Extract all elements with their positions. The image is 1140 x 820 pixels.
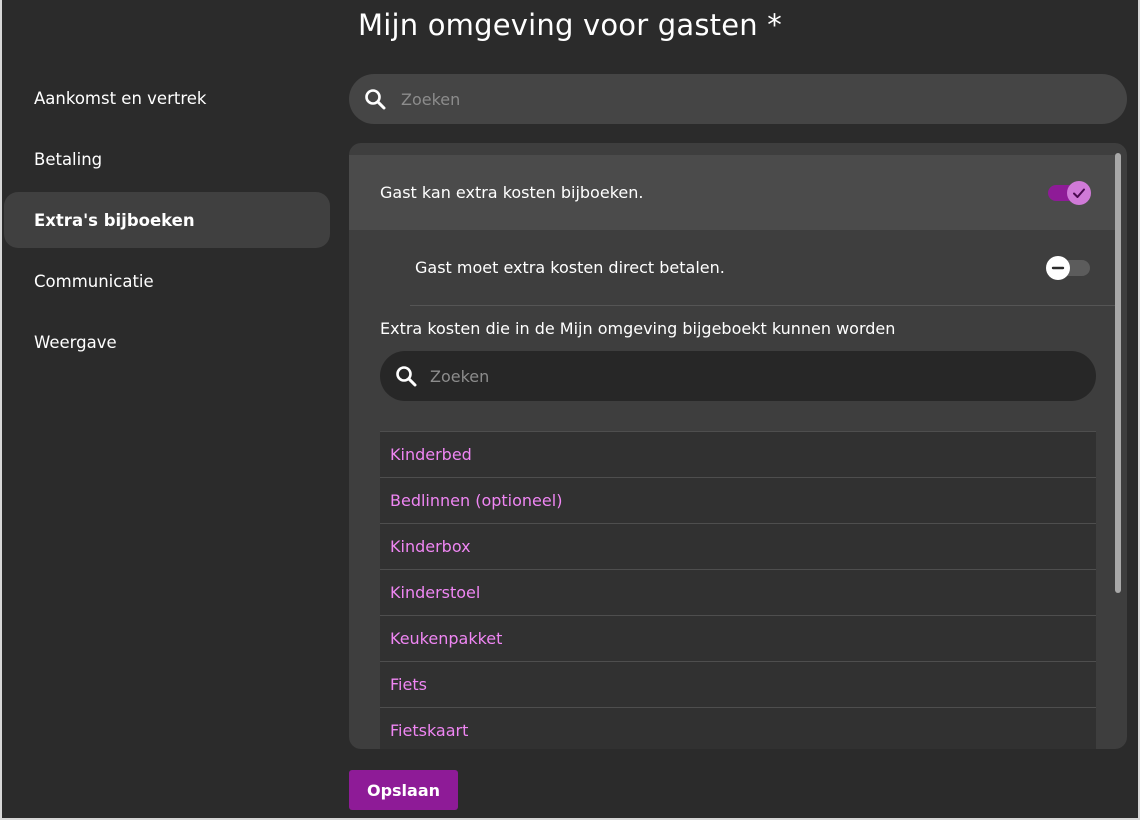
minus-icon — [1051, 266, 1065, 270]
sidebar: Aankomst en vertrek Betaling Extra's bij… — [4, 70, 330, 375]
list-item[interactable]: Keukenpakket — [380, 616, 1096, 662]
sidebar-item-communicatie[interactable]: Communicatie — [4, 253, 330, 309]
guest-must-pay-directly-toggle[interactable] — [1046, 254, 1092, 282]
sidebar-item-label: Weergave — [34, 332, 117, 352]
sidebar-item-label: Aankomst en vertrek — [34, 88, 207, 108]
toggle-knob — [1067, 181, 1091, 205]
checkmark-icon — [1073, 188, 1085, 198]
sidebar-item-extras-bijboeken[interactable]: Extra's bijboeken — [4, 192, 330, 248]
search-icon — [394, 364, 418, 388]
extras-search-input[interactable] — [418, 351, 1096, 401]
extras-list: Kinderbed Bedlinnen (optioneel) Kinderbo… — [380, 431, 1096, 749]
settings-search-input[interactable] — [387, 74, 1127, 124]
setting-row-guest-can-book-extras: Gast kan extra kosten bijboeken. — [349, 155, 1115, 230]
extras-search-bar — [380, 351, 1096, 401]
list-item[interactable]: Kinderbox — [380, 524, 1096, 570]
app-window: Mijn omgeving voor gasten * Aankomst en … — [2, 0, 1138, 818]
setting-row-guest-must-pay-directly: Gast moet extra kosten direct betalen. — [410, 230, 1115, 306]
search-icon — [363, 87, 387, 111]
save-button[interactable]: Opslaan — [349, 770, 458, 810]
panel-scrollbar[interactable] — [1115, 153, 1121, 593]
extras-settings-panel: Gast kan extra kosten bijboeken. Gast mo… — [349, 143, 1127, 749]
setting-label: Gast kan extra kosten bijboeken. — [380, 183, 644, 202]
list-item[interactable]: Fietskaart — [380, 708, 1096, 749]
extras-list-label: Extra kosten die in de Mijn omgeving bij… — [380, 319, 896, 338]
list-item[interactable]: Fiets — [380, 662, 1096, 708]
sidebar-item-betaling[interactable]: Betaling — [4, 131, 330, 187]
toggle-knob — [1046, 256, 1070, 280]
sidebar-item-weergave[interactable]: Weergave — [4, 314, 330, 370]
list-item[interactable]: Kinderbed — [380, 432, 1096, 478]
sidebar-item-label: Betaling — [34, 149, 103, 169]
guest-can-book-extras-toggle[interactable] — [1046, 179, 1092, 207]
settings-search-bar — [349, 74, 1127, 124]
page-title: Mijn omgeving voor gasten * — [358, 8, 782, 42]
sidebar-item-aankomst-en-vertrek[interactable]: Aankomst en vertrek — [4, 70, 330, 126]
sidebar-item-label: Extra's bijboeken — [34, 210, 195, 230]
setting-label: Gast moet extra kosten direct betalen. — [415, 258, 725, 277]
list-item[interactable]: Kinderstoel — [380, 570, 1096, 616]
list-item[interactable]: Bedlinnen (optioneel) — [380, 478, 1096, 524]
sidebar-item-label: Communicatie — [34, 271, 154, 291]
